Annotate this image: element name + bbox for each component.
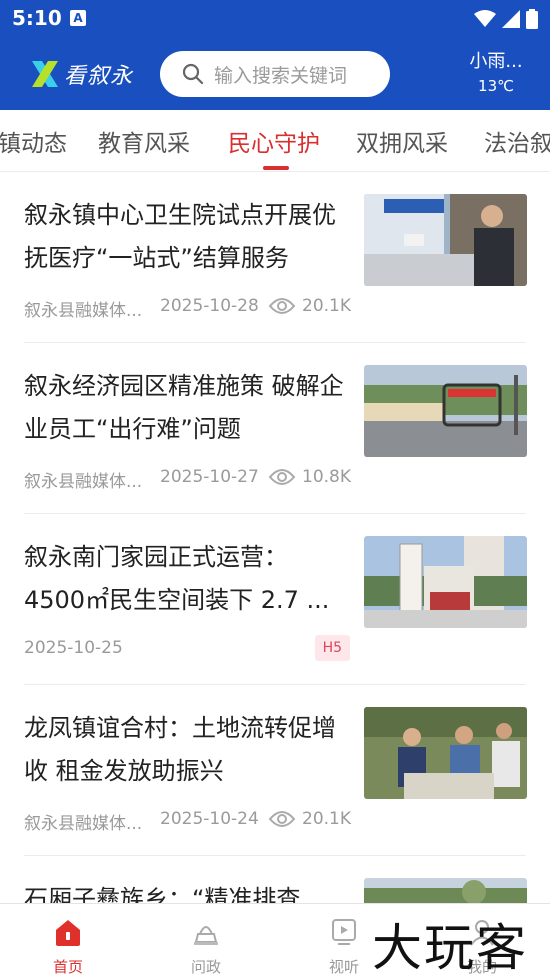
eye-icon [268, 811, 296, 827]
nav-label: 问政 [190, 958, 221, 976]
weather-widget[interactable]: 小雨... 13℃ [464, 50, 528, 96]
nav-home[interactable]: 首页 [18, 904, 118, 979]
active-tab-indicator [263, 166, 289, 170]
news-item[interactable]: 叙永经济园区精准施策 破解企业员工“出行难”问题 叙永县融媒体... 2025-… [0, 343, 550, 514]
news-item[interactable]: 龙凤镇谊合村：土地流转促增收 租金发放助振兴 叙永县融媒体... 2025-10… [0, 685, 550, 856]
news-title: 叙永经济园区精准施策 破解企业员工“出行难”问题 [24, 372, 344, 443]
news-meta: 叙永县融媒体... 2025-10-24 20.1K [24, 809, 351, 834]
search-placeholder: 输入搜索关键词 [214, 64, 348, 87]
news-meta: 叙永县融媒体... 2025-10-27 10.8K [24, 467, 351, 492]
news-meta: 2025-10-25 H5 [24, 635, 350, 662]
search-icon [182, 63, 204, 85]
news-date: 2025-10-28 [160, 296, 259, 316]
tab-town-news[interactable]: 镇动态 [0, 124, 67, 158]
h5-badge: H5 [314, 635, 350, 661]
news-date: 2025-10-27 [160, 467, 259, 487]
status-bar: 5:10 A [0, 0, 550, 38]
signal-icon [502, 10, 520, 28]
eye-icon [268, 469, 296, 485]
nav-label: 首页 [52, 958, 83, 976]
status-time: 5:10 [12, 6, 62, 30]
news-meta: 叙永县融媒体... 2025-10-28 20.1K [24, 296, 351, 321]
news-thumbnail [364, 194, 527, 286]
news-thumbnail [364, 365, 527, 457]
news-title: 叙永南门家园正式运营：4500㎡民生空间装下 2.7 ... [24, 543, 330, 614]
news-item[interactable]: 叙永镇中心卫生院试点开展优抚医疗“一站式”结算服务 叙永县融媒体... 2025… [0, 172, 550, 343]
news-views: 20.1K [302, 809, 351, 829]
logo-x-icon [32, 61, 58, 87]
news-title: 叙永镇中心卫生院试点开展优抚医疗“一站式”结算服务 [24, 201, 336, 272]
home-icon [56, 920, 80, 946]
news-title: 龙凤镇谊合村：土地流转促增收 租金发放助振兴 [24, 714, 336, 785]
logo-text: 看叙永 [64, 64, 134, 89]
nav-inquiry[interactable]: 问政 [156, 904, 256, 979]
tab-education[interactable]: 教育风采 [98, 124, 190, 158]
news-views: 10.8K [302, 467, 351, 487]
news-thumbnail [364, 707, 527, 799]
inquiry-icon [194, 926, 218, 945]
news-views: 20.1K [302, 296, 351, 316]
tab-rule-of-law[interactable]: 法治叙 [484, 124, 550, 158]
wifi-icon [474, 10, 496, 27]
news-item[interactable]: 叙永南门家园正式运营：4500㎡民生空间装下 2.7 ... 2025-10-2… [0, 514, 550, 685]
weather-condition: 小雨... [469, 51, 523, 72]
app-header: 看叙永 输入搜索关键词 小雨... 13℃ [0, 38, 550, 110]
news-source: 叙永县融媒体... [24, 301, 143, 321]
eye-icon [268, 298, 296, 314]
tab-people-care[interactable]: 民心守护 [228, 124, 320, 158]
video-icon [332, 919, 356, 945]
news-date: 2025-10-25 [24, 638, 123, 658]
news-thumbnail [364, 536, 527, 628]
search-input[interactable]: 输入搜索关键词 [160, 51, 390, 97]
news-source: 叙永县融媒体... [24, 472, 143, 492]
news-source: 叙永县融媒体... [24, 814, 143, 834]
battery-icon [526, 9, 538, 29]
app-logo[interactable]: 看叙永 [30, 56, 133, 92]
weather-temperature: 13℃ [478, 77, 514, 95]
category-tabs: 镇动态 教育风采 民心守护 双拥风采 法治叙 [0, 110, 550, 172]
news-date: 2025-10-24 [160, 809, 259, 829]
tab-military-support[interactable]: 双拥风采 [356, 124, 448, 158]
notification-a-icon: A [70, 10, 86, 26]
watermark-text: 大玩客 [372, 919, 528, 977]
status-icons [474, 8, 538, 30]
